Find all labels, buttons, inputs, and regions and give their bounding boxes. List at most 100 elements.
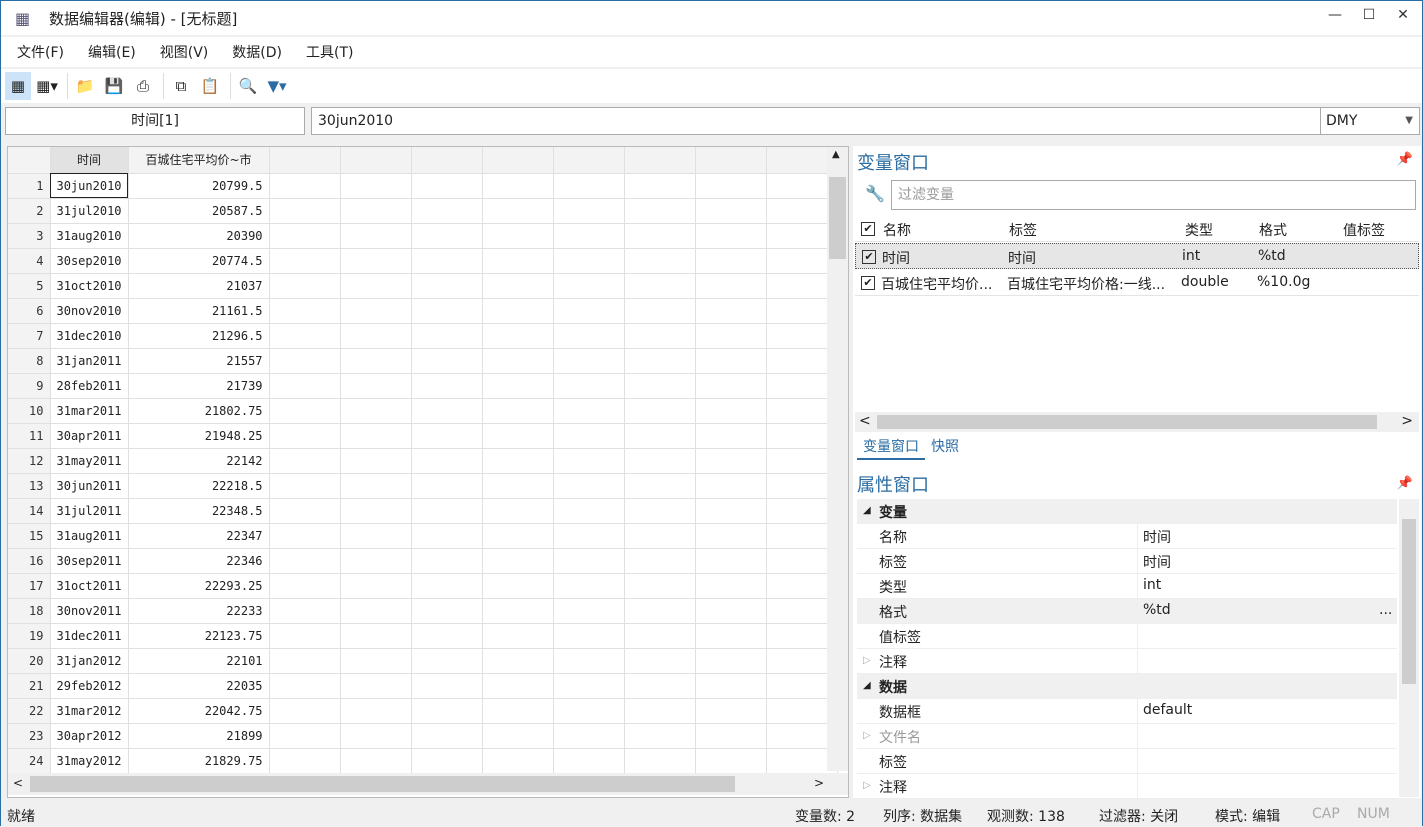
cell-time[interactable]: 31oct2011 [50, 573, 129, 599]
table-row[interactable]: 24 31may2012 21829.75 [8, 748, 838, 774]
cell-price[interactable]: 22035 [128, 673, 270, 699]
empty-cell[interactable] [553, 348, 625, 374]
select-all-checkbox[interactable]: ✔ [861, 222, 875, 236]
empty-cell[interactable] [411, 523, 483, 549]
empty-cell[interactable] [411, 448, 483, 474]
browse-mode-icon[interactable]: ▦▾ [34, 72, 60, 100]
property-value[interactable]: default [1143, 702, 1192, 718]
date-format-select[interactable]: DMY ▼ [1320, 107, 1420, 135]
cell-price[interactable]: 20774.5 [128, 248, 270, 274]
tab-variables[interactable]: 变量窗口 [857, 434, 925, 460]
empty-cell[interactable] [411, 198, 483, 224]
cell-price[interactable]: 21948.25 [128, 423, 270, 449]
cell-price[interactable]: 21557 [128, 348, 270, 374]
pin-icon[interactable]: 📌 [1397, 476, 1413, 491]
empty-cell[interactable] [411, 398, 483, 424]
table-row[interactable]: 20 31jan2012 22101 [8, 648, 838, 674]
table-row[interactable]: 15 31aug2011 22347 [8, 523, 838, 549]
column-header-empty[interactable] [482, 147, 554, 174]
empty-cell[interactable] [695, 373, 767, 399]
empty-cell[interactable] [411, 698, 483, 724]
cell-time[interactable]: 31jul2011 [50, 498, 129, 524]
empty-cell[interactable] [269, 173, 341, 199]
row-number[interactable]: 6 [8, 298, 51, 324]
empty-cell[interactable] [624, 723, 696, 749]
data-grid[interactable]: 时间 百城住宅平均价~市 1 30jun2010 20799.5 2 31jul2010… [7, 146, 849, 798]
table-row[interactable]: 1 30jun2010 20799.5 [8, 173, 838, 199]
empty-cell[interactable] [553, 248, 625, 274]
empty-cell[interactable] [340, 598, 412, 624]
empty-cell[interactable] [482, 423, 554, 449]
col-format[interactable]: 格式 [1259, 220, 1287, 240]
cell-time[interactable]: 30apr2012 [50, 723, 129, 749]
empty-cell[interactable] [269, 573, 341, 599]
cell-time[interactable]: 31mar2011 [50, 398, 129, 424]
empty-cell[interactable] [624, 698, 696, 724]
table-row[interactable]: 18 30nov2011 22233 [8, 598, 838, 624]
empty-cell[interactable] [411, 548, 483, 574]
empty-cell[interactable] [553, 448, 625, 474]
empty-cell[interactable] [624, 223, 696, 249]
empty-cell[interactable] [411, 623, 483, 649]
paste-icon[interactable]: 📋 [197, 72, 223, 100]
empty-cell[interactable] [340, 423, 412, 449]
empty-cell[interactable] [269, 423, 341, 449]
row-number[interactable]: 18 [8, 598, 51, 624]
empty-cell[interactable] [624, 423, 696, 449]
row-number[interactable]: 19 [8, 623, 51, 649]
grid-horizontal-scrollbar[interactable]: < > [8, 773, 848, 795]
open-folder-icon[interactable]: 📁 [72, 72, 98, 100]
cell-price[interactable]: 22042.75 [128, 698, 270, 724]
empty-cell[interactable] [695, 623, 767, 649]
empty-cell[interactable] [553, 173, 625, 199]
expand-icon[interactable]: ▷ [863, 780, 871, 791]
cell-price[interactable]: 20390 [128, 223, 270, 249]
property-value[interactable]: 时间 [1143, 552, 1171, 572]
cell-price[interactable]: 21802.75 [128, 398, 270, 424]
menu-edit[interactable]: 编辑(E) [88, 42, 136, 62]
empty-cell[interactable] [411, 348, 483, 374]
filter-variables-input[interactable]: 过滤变量 [891, 180, 1416, 210]
table-row[interactable]: 8 31jan2011 21557 [8, 348, 838, 374]
empty-cell[interactable] [269, 323, 341, 349]
cell-price[interactable]: 21037 [128, 273, 270, 299]
row-number[interactable]: 20 [8, 648, 51, 674]
row-number[interactable]: 16 [8, 548, 51, 574]
empty-cell[interactable] [624, 623, 696, 649]
empty-cell[interactable] [411, 673, 483, 699]
properties-scrollbar[interactable] [1399, 499, 1419, 797]
collapse-icon[interactable]: ◢ [863, 505, 871, 516]
empty-cell[interactable] [482, 298, 554, 324]
empty-cell[interactable] [411, 323, 483, 349]
empty-cell[interactable] [482, 498, 554, 524]
empty-cell[interactable] [695, 673, 767, 699]
maximize-button[interactable]: ☐ [1357, 7, 1381, 29]
row-number[interactable]: 1 [8, 173, 51, 199]
cell-price[interactable]: 22123.75 [128, 623, 270, 649]
empty-cell[interactable] [269, 673, 341, 699]
corner-cell[interactable] [8, 147, 51, 174]
table-row[interactable]: 3 31aug2010 20390 [8, 223, 838, 249]
property-group[interactable]: ◢ 数据 [857, 674, 1397, 699]
empty-cell[interactable] [624, 598, 696, 624]
empty-cell[interactable] [553, 623, 625, 649]
cell-price[interactable]: 20799.5 [128, 173, 270, 199]
row-number[interactable]: 10 [8, 398, 51, 424]
row-number[interactable]: 9 [8, 373, 51, 399]
column-header-empty[interactable] [269, 147, 341, 174]
empty-cell[interactable] [340, 498, 412, 524]
empty-cell[interactable] [269, 298, 341, 324]
property-row[interactable]: 格式 %td... [857, 599, 1397, 624]
empty-cell[interactable] [482, 748, 554, 774]
minimize-button[interactable]: — [1323, 7, 1347, 29]
cell-time[interactable]: 28feb2011 [50, 373, 129, 399]
column-header-price[interactable]: 百城住宅平均价~市 [128, 147, 270, 174]
cell-time[interactable]: 30sep2011 [50, 548, 129, 574]
empty-cell[interactable] [553, 673, 625, 699]
empty-cell[interactable] [269, 723, 341, 749]
cell-price[interactable]: 21296.5 [128, 323, 270, 349]
column-header-empty[interactable] [340, 147, 412, 174]
cell-time[interactable]: 31jan2011 [50, 348, 129, 374]
row-number[interactable]: 23 [8, 723, 51, 749]
empty-cell[interactable] [269, 398, 341, 424]
